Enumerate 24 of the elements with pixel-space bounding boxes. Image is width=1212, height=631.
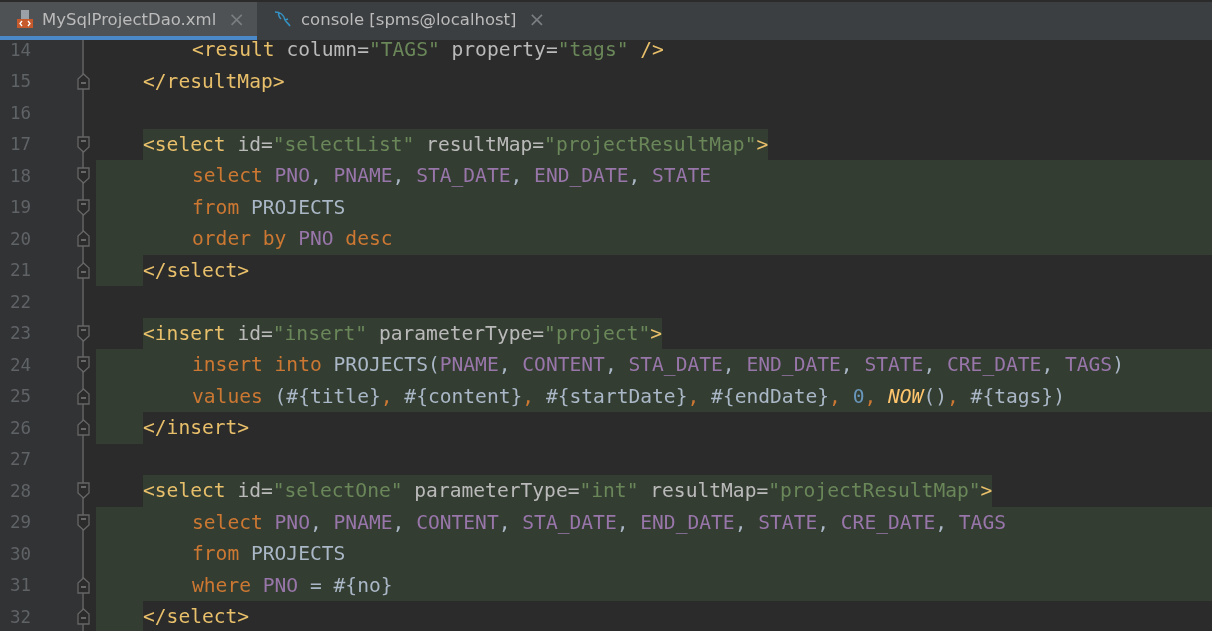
fold-marker-icon[interactable] xyxy=(76,167,90,185)
fold-marker-icon[interactable] xyxy=(76,72,90,90)
code-line: <insert id="insert" parameterType="project"> xyxy=(96,317,1212,349)
fold-marker-icon[interactable] xyxy=(76,576,90,594)
fold-marker-icon[interactable] xyxy=(76,230,90,248)
editor-tab[interactable]: MySqlProjectDao.xml × xyxy=(0,2,258,40)
fold-marker-icon[interactable] xyxy=(76,482,90,500)
tab-label: console [spms@localhost] xyxy=(301,9,517,29)
fold-marker-icon[interactable] xyxy=(76,198,90,216)
fold-marker-icon[interactable] xyxy=(76,324,90,342)
dolphin-icon xyxy=(273,9,294,29)
xml-file-icon xyxy=(16,9,34,29)
fold-marker-icon[interactable] xyxy=(76,135,90,153)
close-button[interactable]: × xyxy=(524,7,550,31)
fold-marker-icon[interactable] xyxy=(76,513,90,531)
fold-marker-icon[interactable] xyxy=(76,419,90,437)
tab-label: MySqlProjectDao.xml xyxy=(42,9,217,29)
code-line: <result column="TAGS" property="tags" /> xyxy=(191,40,665,64)
fold-marker-icon[interactable] xyxy=(76,356,90,374)
editor-tab[interactable]: console [spms@localhost] × xyxy=(257,2,558,40)
fold-marker-icon[interactable] xyxy=(76,608,90,626)
fold-marker-icon[interactable] xyxy=(76,261,90,279)
fold-marker-icon[interactable] xyxy=(76,387,90,405)
code-line: </resultMap> xyxy=(142,68,286,95)
